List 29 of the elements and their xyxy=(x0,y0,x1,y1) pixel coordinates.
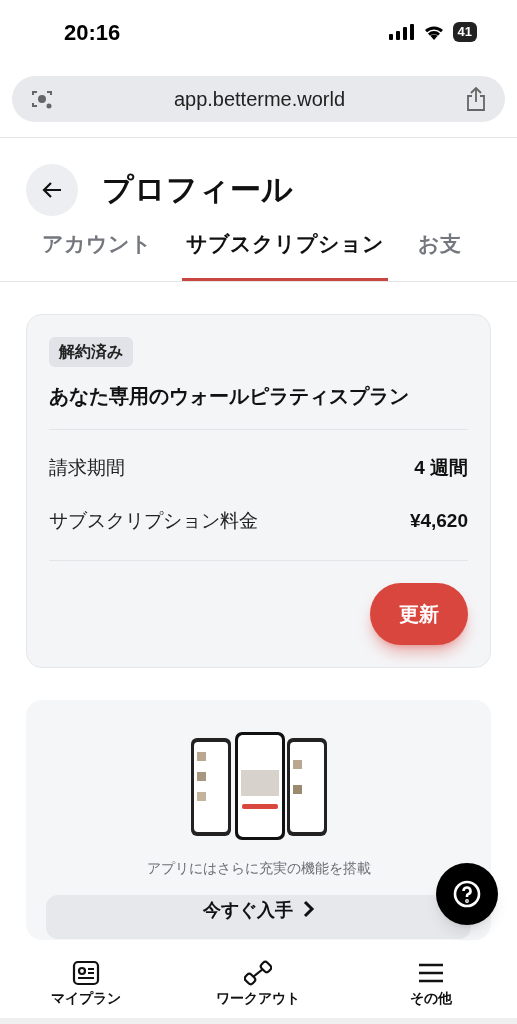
plan-title: あなた専用のウォールピラティスプラン xyxy=(49,383,410,409)
status-badge: 解約済み xyxy=(49,336,133,367)
back-arrow-icon xyxy=(42,181,62,199)
address-bar[interactable]: app.betterme.world xyxy=(12,76,505,122)
promo-caption: アプリにはさらに充実の機能を搭載 xyxy=(146,858,371,878)
row-label: サブスクリプション料金 xyxy=(49,508,258,533)
tab[interactable]: サブスクリプション xyxy=(182,228,388,281)
tab[interactable]: お支 xyxy=(414,228,465,281)
page-title: プロフィール xyxy=(102,170,293,209)
nav-item[interactable]: ワークアウト xyxy=(183,960,334,1009)
help-icon xyxy=(453,880,481,908)
share-icon[interactable] xyxy=(465,86,487,112)
row-value: ¥4,620 xyxy=(409,508,468,533)
nav-item[interactable]: マイプラン xyxy=(11,960,162,1009)
renew-button[interactable]: 更新 xyxy=(370,582,468,645)
battery-icon: 41 xyxy=(452,22,477,42)
signal-icon xyxy=(388,24,415,40)
back-button[interactable] xyxy=(26,164,78,216)
chevron-icon xyxy=(302,899,315,918)
get-app-button[interactable]: 今すぐ入手 xyxy=(46,894,471,939)
id-card-icon xyxy=(72,960,101,986)
wifi-icon xyxy=(422,24,445,40)
dumbbell-icon xyxy=(244,960,273,986)
status-time: 20:16 xyxy=(64,18,121,47)
row-label: 請求期間 xyxy=(49,455,125,480)
tab[interactable]: アカウント xyxy=(38,228,156,281)
nav-item[interactable]: その他 xyxy=(355,960,506,1009)
url-text: app.betterme.world xyxy=(173,87,346,112)
row-value: 4 週間 xyxy=(414,455,468,480)
